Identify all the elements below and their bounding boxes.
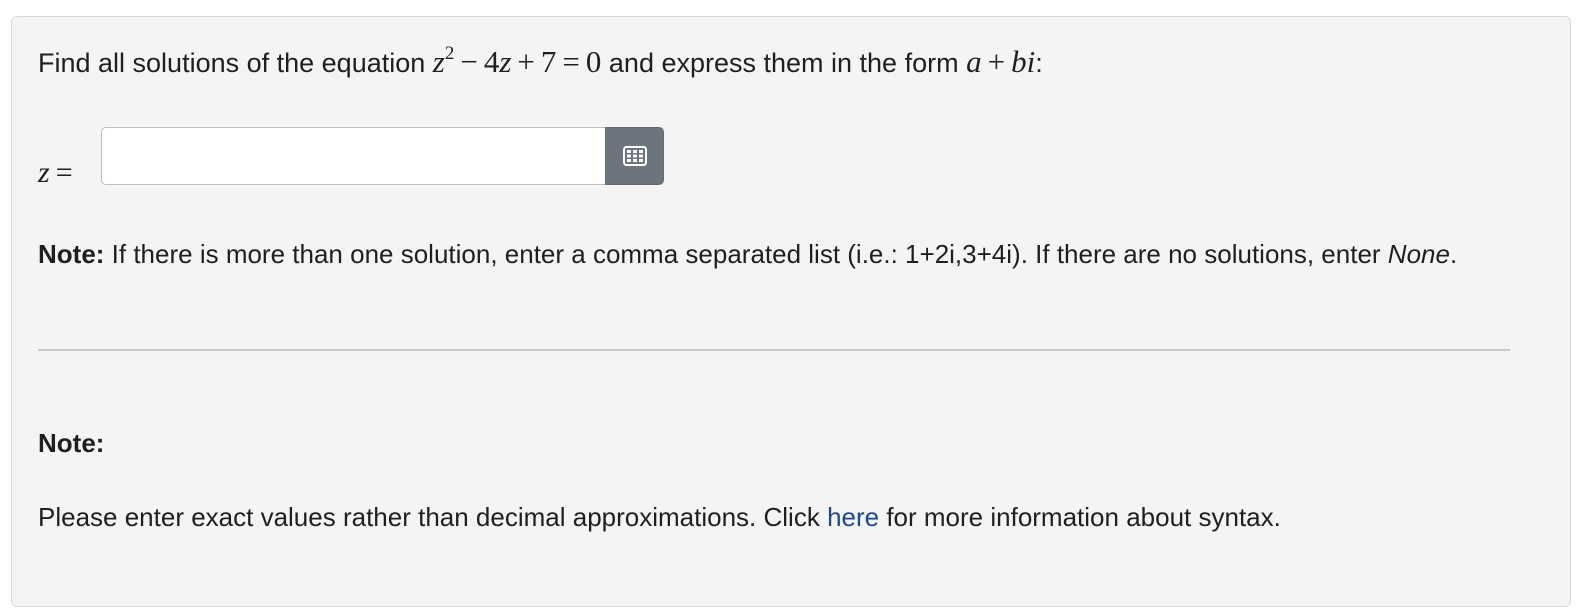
keypad-button[interactable] <box>605 127 664 185</box>
equation-minus: − <box>460 44 478 79</box>
syntax-note-after: for more information about syntax. <box>879 502 1281 532</box>
question-middle: and express them in the form <box>608 48 959 78</box>
answer-label-variable: z <box>38 156 50 189</box>
answer-row: z = <box>38 127 738 189</box>
answer-input[interactable] <box>101 127 609 185</box>
syntax-note-before: Please enter exact values rather than de… <box>38 502 828 532</box>
divider <box>38 349 1510 351</box>
syntax-note-title: Note: <box>38 428 105 458</box>
equation-linear-variable: z <box>499 44 512 79</box>
multiple-solutions-note: Note: If there is more than one solution… <box>38 233 1528 275</box>
complex-form: a + bi <box>966 44 1035 79</box>
equation-exponent: 2 <box>444 42 455 64</box>
equation-variable: z <box>432 44 445 79</box>
equation-coefficient: 4 <box>483 44 500 79</box>
equation-plus: + <box>517 44 535 79</box>
answer-label: z = <box>38 153 73 193</box>
note-end: . <box>1449 239 1458 269</box>
question-text: Find all solutions of the equation z2−4z… <box>38 44 1043 81</box>
keypad-grid-icon <box>622 146 647 166</box>
answer-label-equals: = <box>55 156 73 189</box>
none-keyword: None <box>1387 239 1450 269</box>
equation-constant: 7 <box>540 44 557 79</box>
form-i: i <box>1026 44 1036 79</box>
question-suffix: : <box>1035 48 1043 78</box>
form-b: b <box>1011 44 1027 79</box>
equation-rhs: 0 <box>585 44 602 79</box>
syntax-help-link[interactable]: here <box>827 502 879 532</box>
note-label: Note: <box>38 239 105 269</box>
syntax-note-text: Please enter exact values rather than de… <box>38 499 1281 535</box>
form-plus: + <box>987 44 1006 79</box>
equation-equals: = <box>562 44 580 79</box>
form-a: a <box>966 44 982 79</box>
equation: z2−4z +7 = 0 <box>433 44 602 79</box>
note-text: If there is more than one solution, ente… <box>104 239 1388 269</box>
question-card: Find all solutions of the equation z2−4z… <box>11 16 1571 607</box>
question-prefix: Find all solutions of the equation <box>38 48 426 78</box>
